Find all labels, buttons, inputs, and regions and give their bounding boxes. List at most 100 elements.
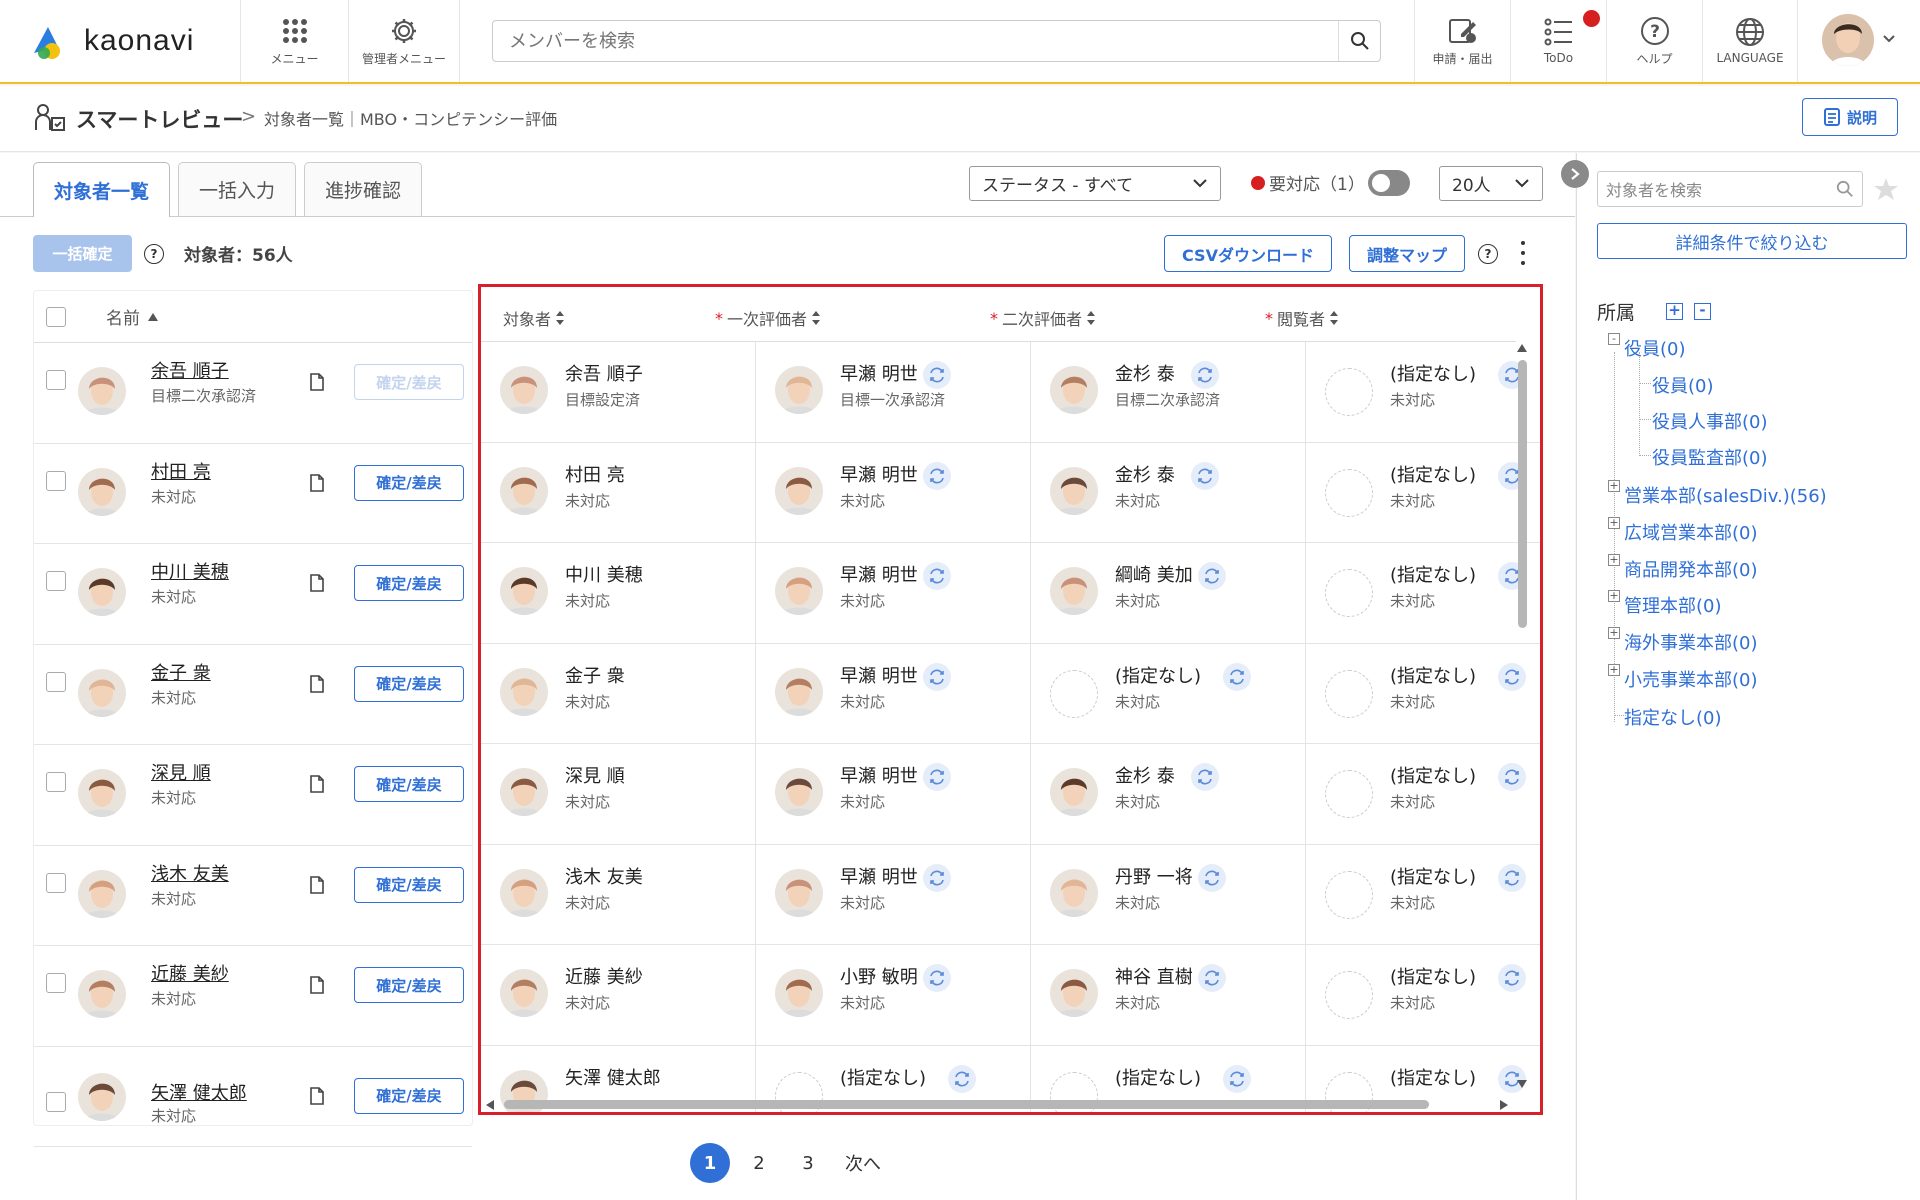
target-name-link[interactable]: 中川 美穂 [151,558,229,584]
collapse-sidebar-button[interactable] [1561,160,1589,188]
status-select[interactable]: ステータス - すべて [969,166,1221,201]
document-icon[interactable] [310,373,324,391]
confirm-return-button[interactable]: 確定/差戻 [354,766,464,802]
swap-evaluator-icon[interactable] [948,1064,976,1093]
tree-node[interactable]: 役員(0) [1652,372,1714,398]
swap-evaluator-icon[interactable] [1198,964,1226,992]
more-options-icon[interactable] [1520,241,1526,265]
tab-progress[interactable]: 進捗確認 [304,162,423,216]
user-avatar[interactable] [1822,14,1874,66]
swap-evaluator-icon[interactable] [923,964,951,992]
swap-evaluator-icon[interactable] [923,461,951,490]
page-3[interactable]: 3 [793,1143,823,1183]
swap-evaluator-icon[interactable] [923,863,951,892]
tree-node[interactable]: 小売事業本部(0) [1624,666,1758,692]
scroll-right-icon[interactable] [1500,1100,1508,1110]
column-header-viewer[interactable]: * 閲覧者 [1265,306,1339,330]
member-search-input[interactable] [493,21,1333,61]
chevron-down-icon[interactable] [1882,34,1896,44]
admin-menu-button[interactable]: 管理者メニュー [348,0,460,82]
tree-toggle-icon[interactable]: + [1608,554,1620,566]
row-checkbox[interactable] [46,571,66,591]
collapse-all-icon[interactable]: - [1694,303,1711,320]
tree-node[interactable]: 役員監査部(0) [1652,444,1768,470]
tree-node[interactable]: 営業本部(salesDiv.)(56) [1624,482,1827,508]
tree-node[interactable]: 指定なし(0) [1624,704,1722,730]
tree-toggle-icon[interactable]: + [1608,590,1620,602]
horizontal-scroll-thumb[interactable] [504,1100,1429,1109]
row-checkbox[interactable] [46,973,66,993]
swap-evaluator-icon[interactable] [1198,562,1226,590]
swap-evaluator-icon[interactable] [1191,461,1219,490]
scroll-left-icon[interactable] [486,1100,494,1110]
tree-node[interactable]: 管理本部(0) [1624,592,1722,618]
confirm-return-button[interactable]: 確定/差戻 [354,364,464,400]
tab-bulk-input[interactable]: 一括入力 [178,162,297,216]
horizontal-scrollbar[interactable] [484,1098,1514,1112]
target-search-input[interactable]: 対象者を検索 [1597,171,1863,207]
target-name-link[interactable]: 村田 亮 [151,458,211,484]
sort-asc-icon[interactable] [148,312,158,321]
row-checkbox[interactable] [46,772,66,792]
scroll-up-icon[interactable] [1517,344,1527,352]
swap-evaluator-icon[interactable] [923,562,951,590]
swap-evaluator-icon[interactable] [1223,1064,1251,1093]
row-checkbox[interactable] [46,470,66,491]
tree-toggle-icon[interactable]: + [1608,627,1620,639]
advanced-filter-button[interactable]: 詳細条件で絞り込む [1597,223,1907,259]
row-checkbox[interactable] [46,872,66,893]
required-action-toggle[interactable] [1368,170,1410,196]
page-2[interactable]: 2 [744,1143,774,1183]
bulk-confirm-button[interactable]: 一括確定 [33,235,132,272]
document-icon[interactable] [310,976,324,994]
target-name-link[interactable]: 余吾 順子 [151,357,229,383]
tab-target-list[interactable]: 対象者一覧 [33,162,171,217]
explain-button[interactable]: 説明 [1802,98,1898,136]
search-button[interactable] [1338,21,1380,61]
help-icon[interactable]: ? [1478,244,1498,264]
swap-evaluator-icon[interactable] [923,361,951,389]
confirm-return-button[interactable]: 確定/差戻 [354,967,464,1003]
row-checkbox[interactable] [46,671,66,692]
document-icon[interactable] [310,574,324,592]
tree-toggle-icon[interactable]: + [1608,480,1620,492]
swap-evaluator-icon[interactable] [1223,662,1251,691]
page-size-select[interactable]: 20人 [1439,166,1543,201]
vertical-scrollbar[interactable] [1516,340,1528,1110]
adjust-map-button[interactable]: 調整マップ [1349,235,1465,272]
confirm-return-button[interactable]: 確定/差戻 [354,866,464,903]
document-icon[interactable] [310,775,324,793]
column-header-second-evaluator[interactable]: * 二次評価者 [990,306,1096,330]
page-title[interactable]: スマートレビュー [76,104,243,134]
swap-evaluator-icon[interactable] [923,763,951,791]
target-name-link[interactable]: 深見 順 [151,759,211,785]
tree-toggle-icon[interactable]: + [1608,517,1620,529]
tree-toggle-icon[interactable]: - [1608,333,1620,345]
row-checkbox[interactable] [46,370,66,390]
confirm-return-button[interactable]: 確定/差戻 [354,1077,464,1114]
next-page-link[interactable]: 次へ [840,1143,886,1183]
select-all-checkbox[interactable] [46,306,66,327]
swap-evaluator-icon[interactable] [1198,863,1226,892]
tree-node[interactable]: 役員(0) [1624,335,1686,361]
tree-node[interactable]: 海外事業本部(0) [1624,629,1758,655]
target-name-link[interactable]: 金子 衆 [151,659,211,685]
document-icon[interactable] [310,875,324,894]
help-button[interactable]: ? ヘルプ [1606,0,1702,82]
kaonavi-logo[interactable]: kaonavi [30,20,194,62]
target-name-link[interactable]: 近藤 美紗 [151,960,229,986]
target-name-link[interactable]: 浅木 友美 [151,860,229,886]
swap-evaluator-icon[interactable] [923,662,951,691]
scroll-down-icon[interactable] [1517,1080,1527,1088]
apply-button[interactable]: 申請・届出 [1414,0,1510,82]
swap-evaluator-icon[interactable] [1191,763,1219,791]
target-name-link[interactable]: 矢澤 健太郎 [151,1079,247,1105]
document-icon[interactable] [310,674,324,693]
help-icon[interactable]: ? [144,244,164,264]
confirm-return-button[interactable]: 確定/差戻 [354,665,464,702]
name-column-header[interactable]: 名前 [106,304,140,329]
confirm-return-button[interactable]: 確定/差戻 [354,464,464,501]
tree-toggle-icon[interactable]: + [1608,664,1620,676]
document-icon[interactable] [310,473,324,492]
language-button[interactable]: LANGUAGE [1702,0,1798,82]
